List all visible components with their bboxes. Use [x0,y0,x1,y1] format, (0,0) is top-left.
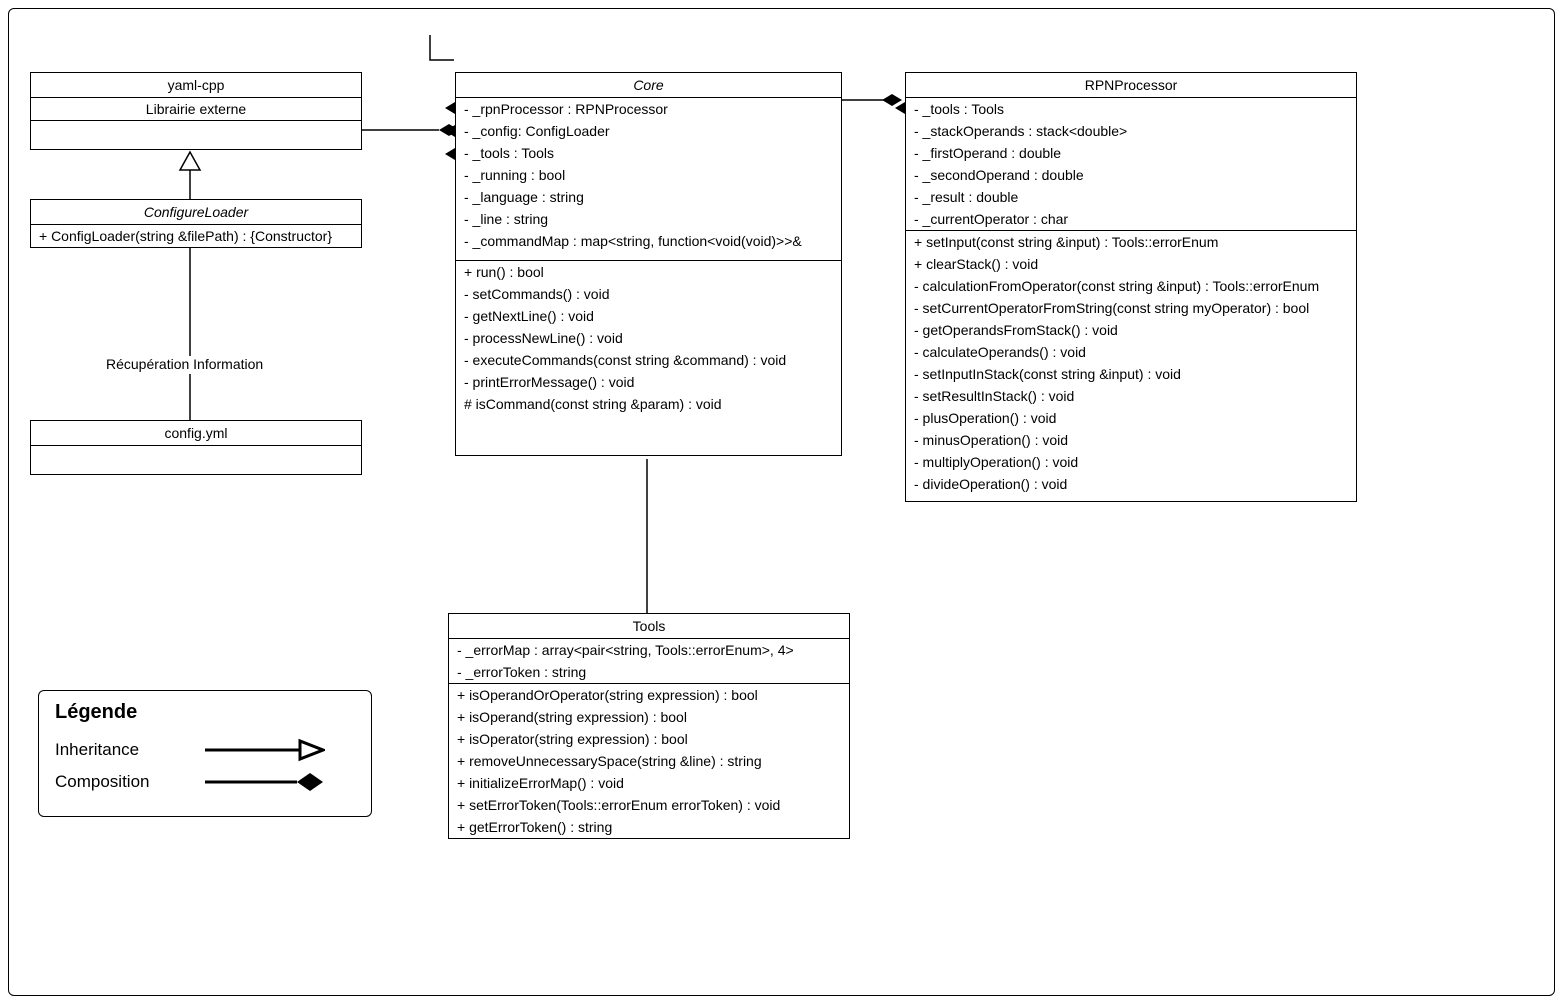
op-row: - multiplyOperation() : void [906,451,1356,473]
legend-composition-label: Composition [55,772,165,792]
class-attrs: Librairie externe [31,98,361,121]
op-row: - executeCommands(const string &command)… [456,349,841,371]
attr-row: - _errorToken : string [449,661,849,683]
class-tools: Tools - _errorMap : array<pair<string, T… [448,613,850,839]
attr-row: - _stackOperands : stack<double> [906,120,1356,142]
class-attrs: - _rpnProcessor : RPNProcessor - _config… [456,98,841,261]
attr-row: + ConfigLoader(string &filePath) : {Cons… [31,225,361,247]
class-title: ConfigureLoader [31,200,361,225]
legend-inheritance-row: Inheritance [55,738,355,762]
diagram-canvas: yaml-cpp Librairie externe ConfigureLoad… [0,0,1561,1002]
op-row: + removeUnnecessarySpace(string &line) :… [449,750,849,772]
op-row: + isOperand(string expression) : bool [449,706,849,728]
class-ops-empty [31,121,361,149]
attr-row: - _line : string [456,208,841,230]
class-attrs: - _tools : Tools - _stackOperands : stac… [906,98,1356,231]
class-rpn-processor: RPNProcessor - _tools : Tools - _stackOp… [905,72,1357,502]
class-title: RPNProcessor [906,73,1356,98]
op-row: - divideOperation() : void [906,473,1356,495]
op-row: + initializeErrorMap() : void [449,772,849,794]
class-attrs: + ConfigLoader(string &filePath) : {Cons… [31,225,361,247]
op-row: - calculationFromOperator(const string &… [906,275,1356,297]
op-row: - setResultInStack() : void [906,385,1356,407]
op-row: - setCurrentOperatorFromString(const str… [906,297,1356,319]
class-core: Core - _rpnProcessor : RPNProcessor - _c… [455,72,842,456]
attr-row: - _result : double [906,186,1356,208]
op-row: - setCommands() : void [456,283,841,305]
op-row: + setInput(const string &input) : Tools:… [906,231,1356,253]
op-row: + run() : bool [456,261,841,283]
op-row: - calculateOperands() : void [906,341,1356,363]
class-title: yaml-cpp [31,73,361,98]
op-row: - setInputInStack(const string &input) :… [906,363,1356,385]
attr-row: - _tools : Tools [456,142,841,164]
class-config-yml: config.yml [30,420,362,475]
legend-inheritance-label: Inheritance [55,740,165,760]
attr-row: - _language : string [456,186,841,208]
legend-composition-row: Composition [55,770,355,794]
attr-row: - _secondOperand : double [906,164,1356,186]
class-body-empty [31,446,361,474]
attr-row: - _errorMap : array<pair<string, Tools::… [449,639,849,661]
inheritance-icon [205,738,325,762]
attr-row: - _config: ConfigLoader [456,120,841,142]
op-row: + getErrorToken() : string [449,816,849,838]
composition-icon [205,770,325,794]
op-row: - minusOperation() : void [906,429,1356,451]
class-ops: + run() : bool - setCommands() : void - … [456,261,841,455]
op-row: + isOperandOrOperator(string expression)… [449,684,849,706]
attr-row: - _running : bool [456,164,841,186]
op-row: + setErrorToken(Tools::errorEnum errorTo… [449,794,849,816]
attr-row: - _currentOperator : char [906,208,1356,230]
class-ops: + isOperandOrOperator(string expression)… [449,684,849,838]
op-row: # isCommand(const string &param) : void [456,393,841,415]
note-recuperation: Récupération Information [106,356,263,372]
op-row: - printErrorMessage() : void [456,371,841,393]
legend: Légende Inheritance Composition [38,690,372,817]
class-title: Core [456,73,841,98]
class-yaml-cpp: yaml-cpp Librairie externe [30,72,362,150]
op-row: + clearStack() : void [906,253,1356,275]
class-configure-loader: ConfigureLoader + ConfigLoader(string &f… [30,199,362,248]
class-ops: + setInput(const string &input) : Tools:… [906,231,1356,501]
class-title: Tools [449,614,849,639]
legend-title: Légende [55,701,355,724]
class-title: config.yml [31,421,361,446]
op-row: - processNewLine() : void [456,327,841,349]
attr-row: - _firstOperand : double [906,142,1356,164]
attr-row: - _rpnProcessor : RPNProcessor [456,98,841,120]
op-row: - getNextLine() : void [456,305,841,327]
op-row: + isOperator(string expression) : bool [449,728,849,750]
attr-row: - _commandMap : map<string, function<voi… [456,230,841,252]
class-attrs: - _errorMap : array<pair<string, Tools::… [449,639,849,684]
op-row: - plusOperation() : void [906,407,1356,429]
op-row: - getOperandsFromStack() : void [906,319,1356,341]
attr-row: - _tools : Tools [906,98,1356,120]
attr-row: Librairie externe [31,98,361,120]
